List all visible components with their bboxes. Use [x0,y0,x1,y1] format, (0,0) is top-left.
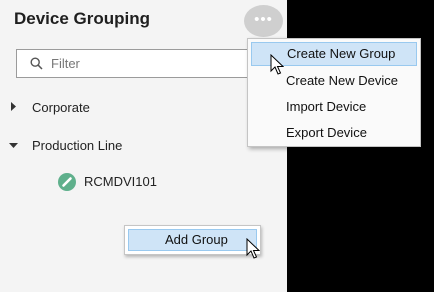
context-menu: Add Group [124,225,261,255]
caret-right-icon[interactable] [11,102,17,111]
panel-title: Device Grouping [14,9,151,28]
tree-item-label: Production Line [32,138,123,153]
search-icon [30,57,43,70]
add-group-menu-item[interactable]: Add Group [128,229,257,251]
import-device-menu-item[interactable]: Import Device [248,94,420,120]
caret-down-icon[interactable] [9,143,18,149]
more-options-button[interactable]: ••• [244,5,283,37]
tree-item-label: Corporate [32,100,90,115]
more-icon: ••• [254,10,273,28]
status-online-icon [58,173,76,191]
mouse-pointer-icon [270,54,284,75]
filter-field[interactable] [16,49,266,78]
export-device-menu-item[interactable]: Export Device [248,120,420,146]
mouse-pointer-icon [246,238,260,259]
device-grouping-panel: Device Grouping ••• Corporate Production… [0,0,287,292]
device-label: RCMDVI101 [84,174,157,189]
filter-input[interactable] [51,53,251,74]
